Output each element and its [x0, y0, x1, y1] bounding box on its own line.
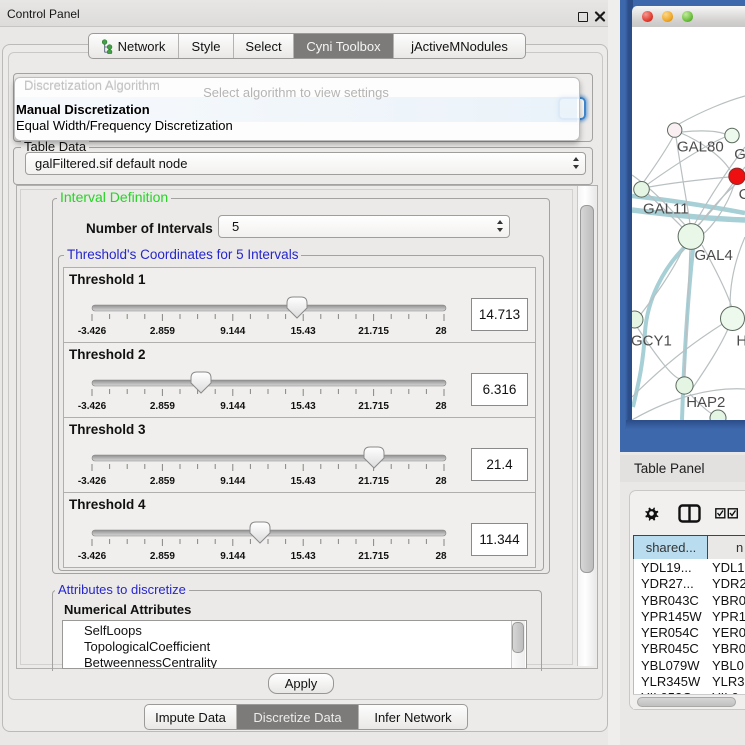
svg-text:28: 28 — [435, 326, 447, 337]
svg-text:15.43: 15.43 — [291, 326, 316, 337]
svg-text:GAL80: GAL80 — [677, 139, 724, 156]
svg-text:9.144: 9.144 — [220, 326, 245, 337]
svg-text:GAL11: GAL11 — [643, 201, 689, 218]
svg-text:-3.426: -3.426 — [78, 551, 107, 562]
svg-text:21.715: 21.715 — [358, 551, 389, 562]
svg-text:H: H — [736, 333, 745, 350]
svg-text:9.144: 9.144 — [220, 551, 245, 562]
svg-text:15.43: 15.43 — [291, 476, 316, 487]
svg-text:-3.426: -3.426 — [78, 326, 107, 337]
svg-text:2.859: 2.859 — [150, 551, 175, 562]
svg-text:2.859: 2.859 — [150, 401, 175, 412]
svg-text:28: 28 — [435, 401, 447, 412]
svg-text:-3.426: -3.426 — [78, 476, 107, 487]
svg-text:HAP2: HAP2 — [686, 394, 725, 411]
svg-text:9.144: 9.144 — [220, 476, 245, 487]
svg-text:GAL4: GAL4 — [695, 247, 733, 264]
svg-text:21.715: 21.715 — [358, 476, 389, 487]
svg-text:-3.426: -3.426 — [78, 401, 107, 412]
svg-text:28: 28 — [435, 476, 447, 487]
svg-text:GA: GA — [734, 146, 745, 163]
svg-text:9.144: 9.144 — [220, 401, 245, 412]
svg-text:15.43: 15.43 — [291, 401, 316, 412]
svg-text:15.43: 15.43 — [291, 551, 316, 562]
svg-text:28: 28 — [435, 551, 447, 562]
svg-text:2.859: 2.859 — [150, 326, 175, 337]
svg-text:21.715: 21.715 — [358, 401, 389, 412]
svg-text:2.859: 2.859 — [150, 476, 175, 487]
svg-text:GCY1: GCY1 — [632, 333, 672, 350]
svg-text:21.715: 21.715 — [358, 326, 389, 337]
svg-text:C: C — [739, 186, 745, 203]
